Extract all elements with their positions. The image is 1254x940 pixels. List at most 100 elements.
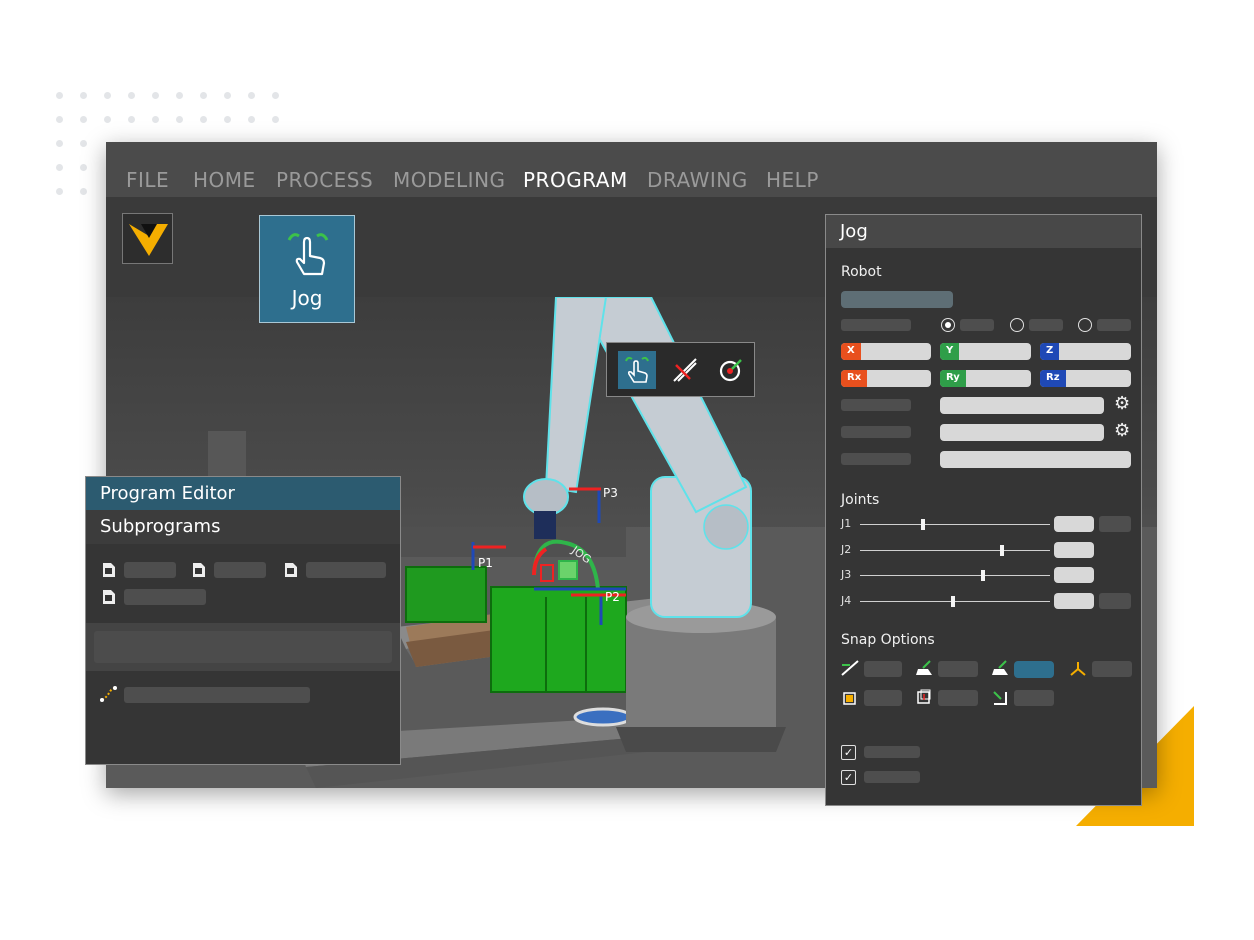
decorative-dot [176,116,183,123]
decorative-dot [152,92,159,99]
statement-item[interactable] [124,687,310,703]
snap-corner-icon[interactable] [990,688,1010,706]
subprogram-icon[interactable] [284,562,298,578]
joint-slider-thumb[interactable] [921,519,926,530]
decorative-dot [248,116,255,123]
align-icon [673,358,697,382]
app-logo[interactable] [122,213,173,264]
gear-icon[interactable]: ⚙ [1114,393,1130,414]
z-tag: Z [1040,343,1060,360]
subprogram-item[interactable] [214,562,266,578]
snap-option-field[interactable] [864,690,902,706]
decorative-dot [104,116,111,123]
toolbar-jog-button[interactable] [618,351,656,389]
coordinate-radio-1[interactable] [941,318,955,332]
target-icon [719,359,742,382]
snap-edge-icon[interactable] [840,659,860,677]
hand-pointer-icon [625,356,649,383]
setting-label [841,426,911,438]
app-logo-icon [129,224,168,256]
rx-tag: Rx [841,370,868,387]
decorative-dot [248,92,255,99]
configuration-select[interactable] [940,451,1131,468]
joint-label: J1 [841,517,852,530]
decorative-dot [56,164,63,171]
menu-process[interactable]: PROCESS [276,168,373,192]
decorative-dot [80,188,87,195]
program-editor-field[interactable] [94,631,392,663]
jog-panel: Jog Robot X Y Z Rx Ry Rz ⚙ ⚙ Joints J1 J… [825,214,1142,806]
joints-section-label: Joints [841,492,880,508]
snap-options-label: Snap Options [841,632,935,648]
jog-panel-title: Jog [826,215,1141,248]
decorative-dot [200,116,207,123]
base-frame-select[interactable] [940,397,1104,414]
menu-bar: FILE HOME PROCESS MODELING PROGRAM DRAWI… [106,142,1157,197]
snap-option-field[interactable] [938,661,978,677]
decorative-dot [176,92,183,99]
joint-value-field[interactable] [1054,593,1094,609]
menu-help[interactable]: HELP [766,168,819,192]
snap-option-field[interactable] [1092,661,1132,677]
program-editor-title: Program Editor [86,477,400,510]
snap-option-field[interactable] [864,661,902,677]
jog-ribbon-button[interactable]: Jog [259,215,355,323]
subprogram-item[interactable] [306,562,386,578]
subprograms-header[interactable]: Subprograms [86,510,400,544]
joint-label: J3 [841,568,852,581]
joint-slider-thumb[interactable] [999,545,1004,556]
rz-tag: Rz [1040,370,1066,387]
target-p1-label: P1 [478,556,493,570]
menu-file[interactable]: FILE [126,168,169,192]
gear-icon[interactable]: ⚙ [1114,420,1130,441]
coordinate-option-label [960,319,994,331]
tool-frame-select[interactable] [940,424,1104,441]
target-p2-label: P2 [605,590,620,604]
subprogram-icon[interactable] [102,589,116,605]
snap-face-icon[interactable] [914,659,934,677]
joint-unit-field [1099,516,1131,532]
coordinate-radio-2[interactable] [1010,318,1024,332]
toolbar-target-button[interactable] [712,351,750,389]
subprogram-item[interactable] [124,562,176,578]
option-checkbox-1[interactable]: ✓ [841,745,856,760]
menu-drawing[interactable]: DRAWING [647,168,748,192]
option-checkbox-2[interactable]: ✓ [841,770,856,785]
snap-box-icon[interactable] [840,688,860,706]
subprogram-item[interactable] [124,589,206,605]
joint-value-field[interactable] [1054,567,1094,583]
coordinate-label [841,319,911,331]
coordinate-radio-3[interactable] [1078,318,1092,332]
ry-tag: Ry [940,370,966,387]
joint-slider-track[interactable] [860,550,1050,551]
program-editor-panel: Program Editor Subprograms [85,476,401,765]
robot-selector[interactable] [841,291,953,308]
snap-option-field[interactable] [1014,690,1054,706]
joint-slider-track[interactable] [860,524,1050,525]
snap-origin-icon[interactable] [1068,659,1088,677]
toolbar-align-button[interactable] [666,351,704,389]
snap-bounding-box-icon[interactable] [914,688,934,706]
setting-label [841,453,911,465]
joint-value-field[interactable] [1054,542,1094,558]
snap-option-field-active[interactable] [1014,661,1054,678]
main-program-icon[interactable] [102,562,116,578]
snap-face-center-icon[interactable] [990,659,1010,677]
snap-option-field[interactable] [938,690,978,706]
joint-slider-thumb[interactable] [980,570,985,581]
menu-modeling[interactable]: MODELING [393,168,506,192]
menu-program[interactable]: PROGRAM [523,168,628,192]
menu-home[interactable]: HOME [193,168,256,192]
subprogram-icon[interactable] [192,562,206,578]
decorative-dot [224,92,231,99]
decorative-dot [80,116,87,123]
decorative-dot [80,140,87,147]
joint-slider-track[interactable] [860,575,1050,576]
x-tag: X [841,343,861,360]
decorative-dot [128,116,135,123]
joint-value-field[interactable] [1054,516,1094,532]
joint-slider-thumb[interactable] [951,596,956,607]
decorative-dot [56,188,63,195]
coordinate-option-label [1029,319,1063,331]
jog-ribbon-label: Jog [291,286,323,310]
